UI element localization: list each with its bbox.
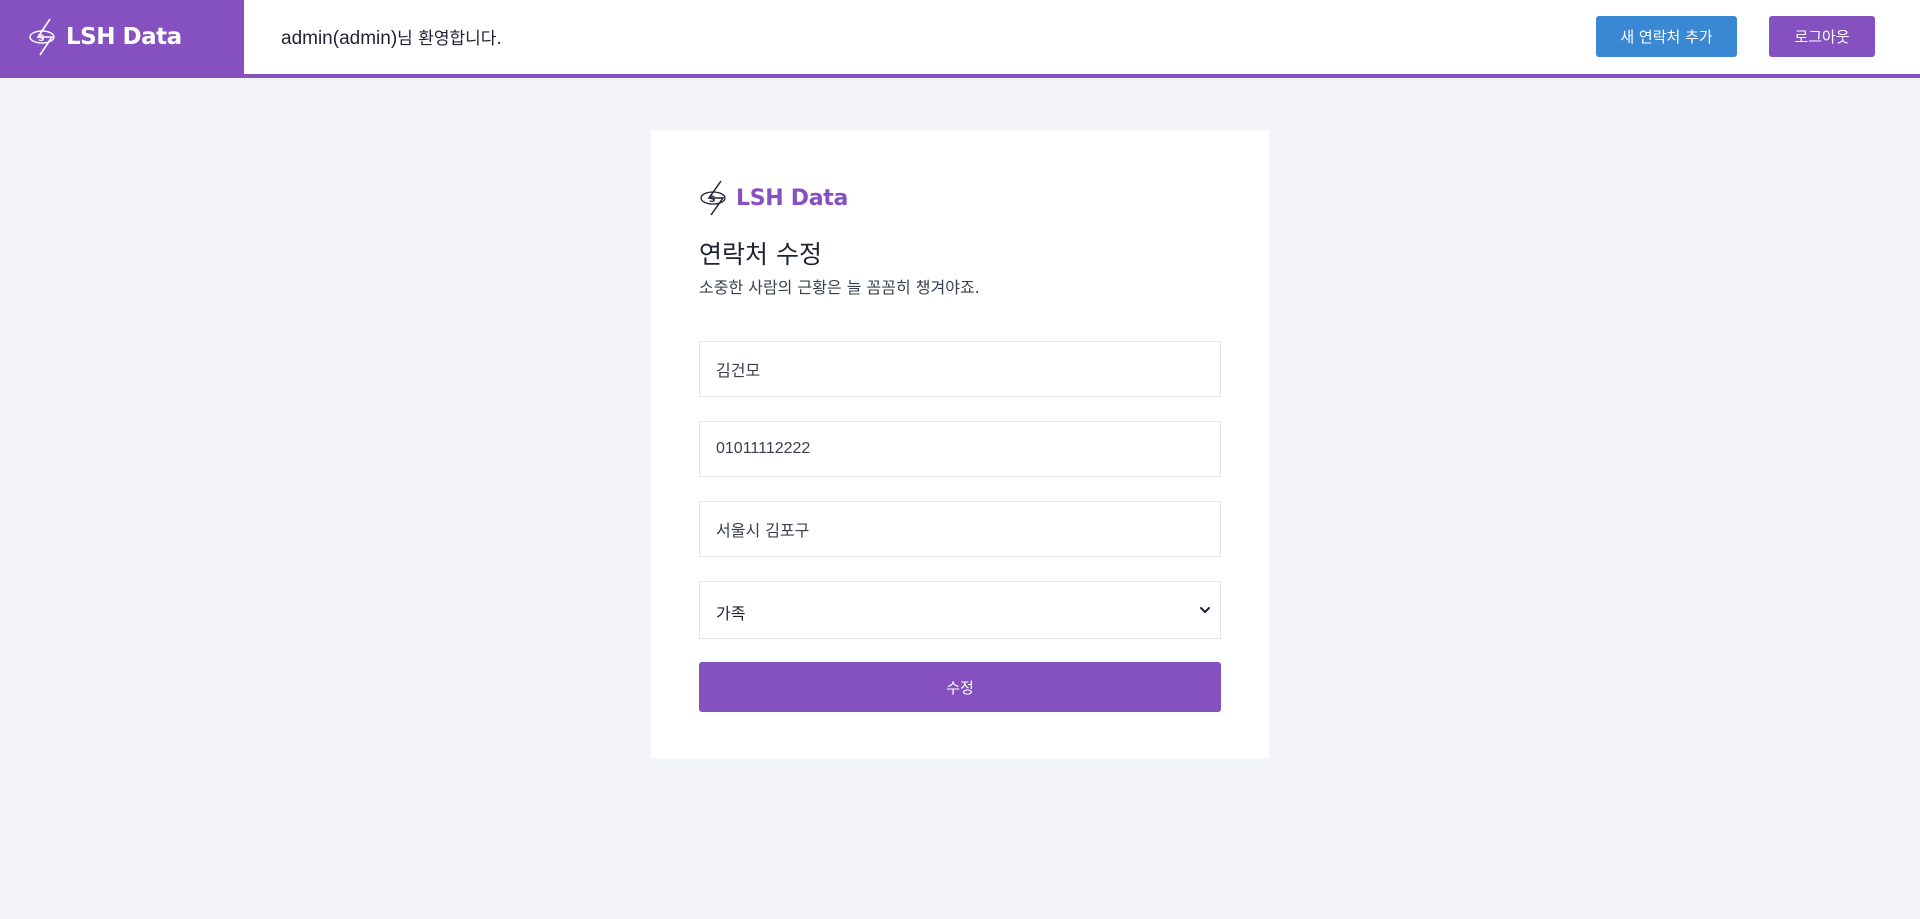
page-title: 연락처 수정 xyxy=(699,240,822,269)
submit-edit-button[interactable]: 수정 xyxy=(699,662,1221,712)
card-brand-name: LSH Data xyxy=(736,185,849,211)
address-input[interactable] xyxy=(699,501,1221,557)
welcome-message: admin(admin)님 환영합니다. xyxy=(281,24,502,50)
phone-input[interactable] xyxy=(699,421,1221,477)
add-contact-button[interactable]: 새 연락처 추가 xyxy=(1596,16,1737,57)
welcome-suffix: 님 환영합니다. xyxy=(397,29,502,49)
lsh-data-logo-icon: S xyxy=(700,180,726,216)
welcome-username: admin(admin) xyxy=(281,28,398,49)
edit-contact-card: S LSH Data 연락처 수정 소중한 사람의 근황은 늘 꼼꼼히 챙겨야죠… xyxy=(651,131,1269,759)
lsh-data-logo-icon: S xyxy=(29,18,55,56)
card-logo: S LSH Data xyxy=(699,179,848,217)
page-subtitle: 소중한 사람의 근황은 늘 꼼꼼히 챙겨야죠. xyxy=(699,278,980,297)
svg-text:S: S xyxy=(709,195,715,205)
name-input[interactable] xyxy=(699,341,1221,397)
brand-block[interactable]: S LSH Data xyxy=(0,0,244,74)
top-header: S LSH Data admin(admin)님 환영합니다. 새 연락처 추가… xyxy=(0,0,1920,78)
group-select[interactable]: 가족 xyxy=(699,581,1221,639)
brand-name: LSH Data xyxy=(66,24,182,50)
group-select-value: 가족 xyxy=(716,604,746,623)
chevron-down-icon xyxy=(1200,607,1210,613)
svg-text:S: S xyxy=(38,34,44,44)
logout-button[interactable]: 로그아웃 xyxy=(1769,16,1875,57)
